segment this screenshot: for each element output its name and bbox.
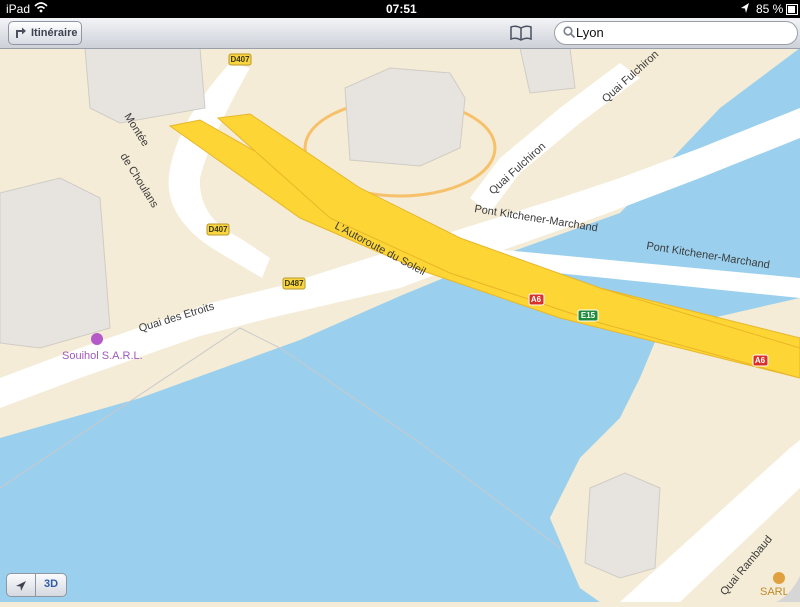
svg-text:E15: E15 [581,311,596,320]
directions-label: Itinéraire [31,27,78,39]
directions-button[interactable]: Itinéraire [8,21,82,45]
svg-text:A6: A6 [531,295,542,304]
svg-text:D407: D407 [230,55,250,64]
route-shield-d487: D487 [282,277,306,290]
map-view[interactable]: D407 D407 D487 A6 E15 A6 Montée de Choul… [0,47,800,602]
route-shield-e15: E15 [577,309,599,322]
location-arrow-icon [15,579,27,597]
search-field[interactable]: Lyon [554,21,798,45]
building [344,67,466,167]
device-name: iPad [6,2,31,16]
route-shield-a6: A6 [528,293,545,306]
3d-label: 3D [44,578,59,590]
turn-right-arrow-icon [15,26,27,42]
route-shield-d407: D407 [228,53,252,66]
status-bar: iPad 07:51 85 % [0,0,800,18]
building [519,47,576,94]
building [0,177,111,349]
wifi-icon [34,1,48,16]
building [584,472,661,579]
search-icon [563,26,576,41]
map-canvas[interactable]: D407 D407 D487 A6 E15 A6 Montée de Choul… [0,47,800,602]
shop-icon [773,572,785,584]
battery-icon [786,4,798,15]
locate-button[interactable] [6,573,36,597]
search-input[interactable]: Lyon [576,25,604,40]
bookmarks-icon[interactable] [510,25,532,46]
toolbar: Itinéraire Lyon [0,18,800,49]
svg-text:D487: D487 [284,279,304,288]
poi-label-sarl: SARL [760,586,789,598]
3d-toggle-button[interactable]: 3D [35,573,67,597]
route-shield-a6: A6 [752,354,769,367]
status-time: 07:51 [386,2,417,16]
shop-icon [91,333,103,345]
route-shield-d407: D407 [206,223,230,236]
battery-percent: 85 % [756,2,784,16]
location-arrow-icon [740,2,750,17]
svg-text:A6: A6 [755,356,766,365]
svg-text:D407: D407 [208,225,228,234]
poi-label-souihol: Souihol S.A.R.L. [62,350,143,362]
